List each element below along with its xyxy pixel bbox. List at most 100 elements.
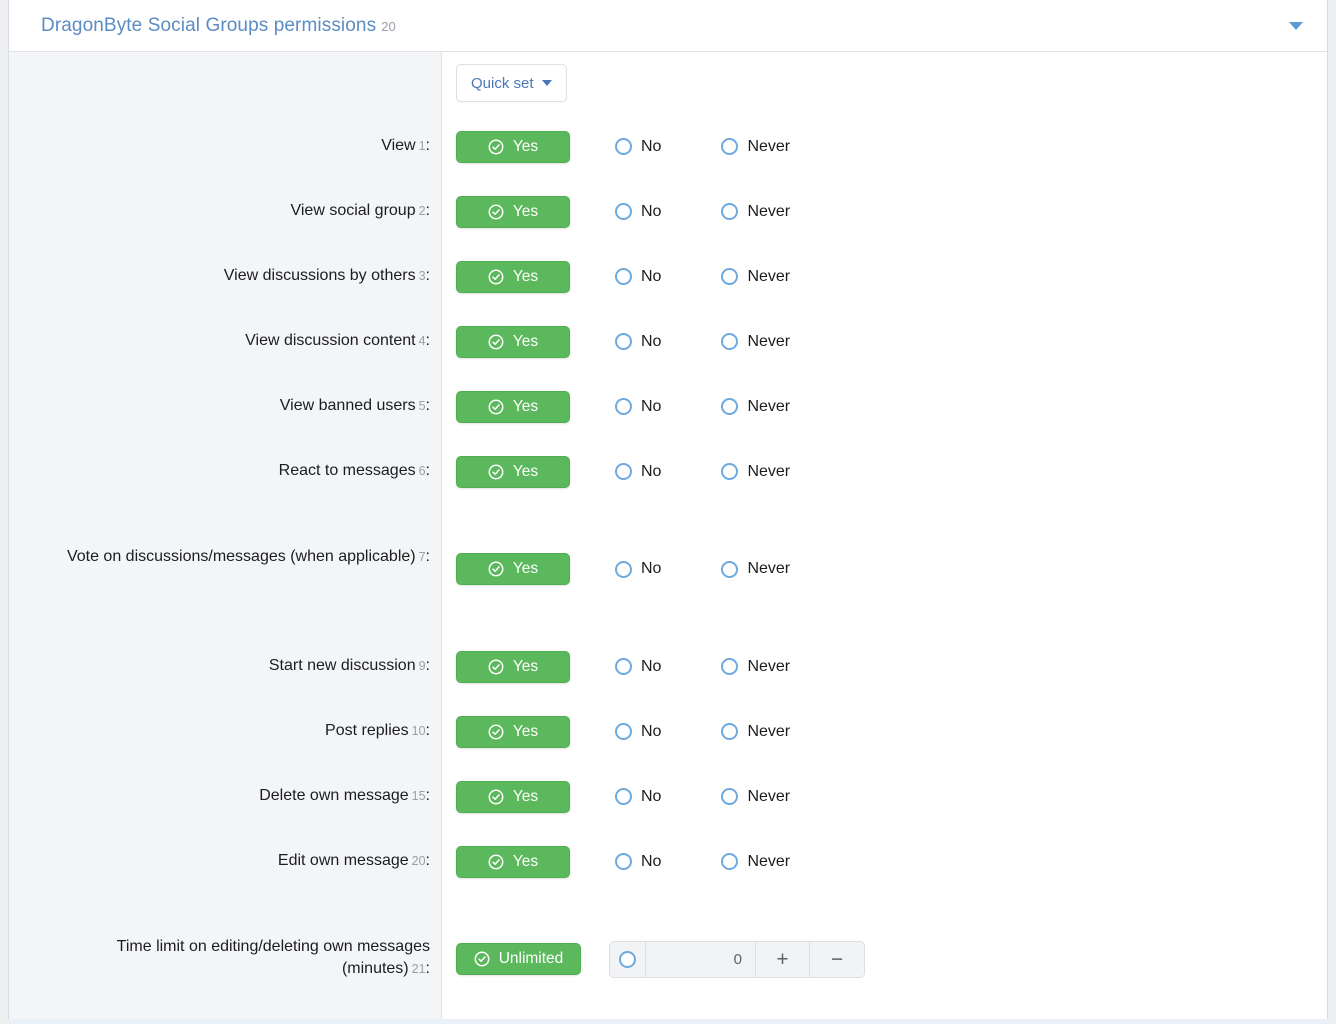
radio-circle-icon — [721, 658, 739, 675]
permission-label-text: View discussions by others — [223, 267, 416, 284]
radio-circle-icon — [615, 398, 632, 415]
stepper-increment-button[interactable]: + — [756, 941, 810, 977]
yes-label: Yes — [512, 852, 539, 870]
permission-label-colon: : — [425, 462, 430, 479]
yes-button[interactable]: Yes — [456, 780, 570, 813]
permission-label-text: Vote on discussions/messages (when appli… — [66, 548, 416, 565]
permissions-body: View 1: View social group 2: View discussion… — [9, 52, 1327, 1024]
permission-controls: Yes No Never — [442, 244, 1327, 309]
radio-circle-icon — [619, 950, 636, 968]
never-option[interactable]: Never — [721, 788, 790, 806]
never-option[interactable]: Never — [721, 138, 790, 156]
radio-circle-icon — [721, 398, 739, 415]
no-option[interactable]: No — [615, 138, 661, 156]
radio-circle-icon — [615, 333, 632, 350]
permission-label-colon: : — [425, 722, 430, 739]
radio-circle-icon — [615, 560, 632, 578]
chevron-down-icon[interactable] — [1289, 21, 1303, 30]
no-label: No — [641, 332, 662, 350]
yes-button[interactable]: Yes — [456, 195, 570, 228]
radio-circle-icon — [615, 268, 632, 285]
permission-label-colon: : — [425, 137, 430, 154]
permission-label-colon: : — [425, 267, 430, 284]
stepper-decrement-button[interactable]: − — [810, 941, 864, 977]
plus-icon: + — [776, 947, 789, 971]
permission-label-text: Time limit on editing/deleting own messa… — [116, 938, 430, 977]
never-option[interactable]: Never — [721, 398, 790, 416]
yes-button[interactable]: Yes — [456, 455, 570, 488]
yes-button[interactable]: Yes — [456, 553, 570, 585]
permission-label-number: 9 — [418, 659, 426, 673]
never-label: Never — [747, 397, 791, 415]
yes-button[interactable]: Yes — [456, 715, 570, 748]
never-label: Never — [747, 137, 791, 155]
no-option[interactable]: No — [615, 658, 661, 676]
no-option[interactable]: No — [615, 333, 661, 351]
permission-label: Delete own message 15: — [9, 764, 442, 829]
no-option[interactable]: No — [615, 723, 661, 741]
no-label: No — [641, 462, 662, 480]
yes-label: Yes — [512, 787, 539, 805]
no-label: No — [641, 657, 662, 675]
permission-controls: Yes No Never — [442, 179, 1327, 244]
no-option[interactable]: No — [615, 853, 661, 871]
never-option[interactable]: Never — [721, 560, 790, 578]
no-option[interactable]: No — [615, 788, 661, 806]
check-circle-icon — [488, 724, 504, 739]
permission-label-colon: : — [425, 332, 430, 349]
permission-controls: Yes No Never — [442, 764, 1327, 829]
check-circle-icon — [474, 951, 490, 967]
check-circle-icon — [488, 464, 504, 479]
never-option[interactable]: Never — [721, 333, 790, 351]
stepper-radio[interactable] — [610, 941, 646, 977]
time-limit-input[interactable]: 0 — [646, 941, 756, 977]
permission-label-number: 15 — [411, 789, 426, 803]
never-option[interactable]: Never — [721, 658, 790, 676]
permission-label-number: 3 — [418, 269, 426, 283]
yes-label: Yes — [512, 202, 539, 220]
permission-label-number: 7 — [418, 550, 426, 564]
permission-label-number: 21 — [411, 962, 426, 976]
yes-button[interactable]: Yes — [456, 390, 570, 423]
never-option[interactable]: Never — [721, 853, 790, 871]
no-option[interactable]: No — [615, 398, 661, 416]
never-label: Never — [747, 852, 791, 870]
no-option[interactable]: No — [615, 203, 661, 221]
radio-circle-icon — [615, 788, 632, 805]
check-circle-icon — [488, 399, 504, 414]
no-option[interactable]: No — [615, 560, 661, 578]
unlimited-button[interactable]: Unlimited — [456, 943, 581, 975]
permission-label-number: 20 — [411, 854, 426, 868]
no-label: No — [641, 852, 662, 870]
yes-button[interactable]: Yes — [456, 130, 570, 163]
yes-button[interactable]: Yes — [456, 845, 570, 878]
radio-circle-icon — [721, 788, 739, 805]
permission-label-colon: : — [425, 960, 430, 977]
check-circle-icon — [488, 269, 504, 284]
never-label: Never — [747, 267, 791, 285]
check-circle-icon — [488, 789, 504, 804]
yes-button[interactable]: Yes — [456, 325, 570, 358]
never-option[interactable]: Never — [721, 203, 790, 221]
permission-controls: Unlimited 0 + − — [442, 894, 1327, 1024]
check-circle-icon — [488, 139, 504, 154]
time-limit-stepper: 0 + − — [609, 940, 865, 978]
radio-circle-icon — [615, 658, 632, 675]
permission-label: View 1: — [9, 114, 442, 179]
never-option[interactable]: Never — [721, 463, 790, 481]
permission-label-number: 6 — [418, 464, 426, 478]
never-option[interactable]: Never — [721, 268, 790, 286]
yes-button[interactable]: Yes — [456, 650, 570, 683]
never-label: Never — [747, 787, 791, 805]
no-option[interactable]: No — [615, 463, 661, 481]
no-label: No — [641, 137, 662, 155]
minus-icon: − — [830, 947, 844, 971]
never-option[interactable]: Never — [721, 723, 790, 741]
permission-label-colon: : — [425, 548, 430, 565]
no-option[interactable]: No — [615, 268, 661, 286]
no-label: No — [641, 267, 662, 285]
quick-set-button[interactable]: Quick set — [456, 64, 567, 102]
yes-button[interactable]: Yes — [456, 260, 570, 293]
permission-label-number: 5 — [418, 399, 426, 413]
check-circle-icon — [488, 334, 504, 349]
